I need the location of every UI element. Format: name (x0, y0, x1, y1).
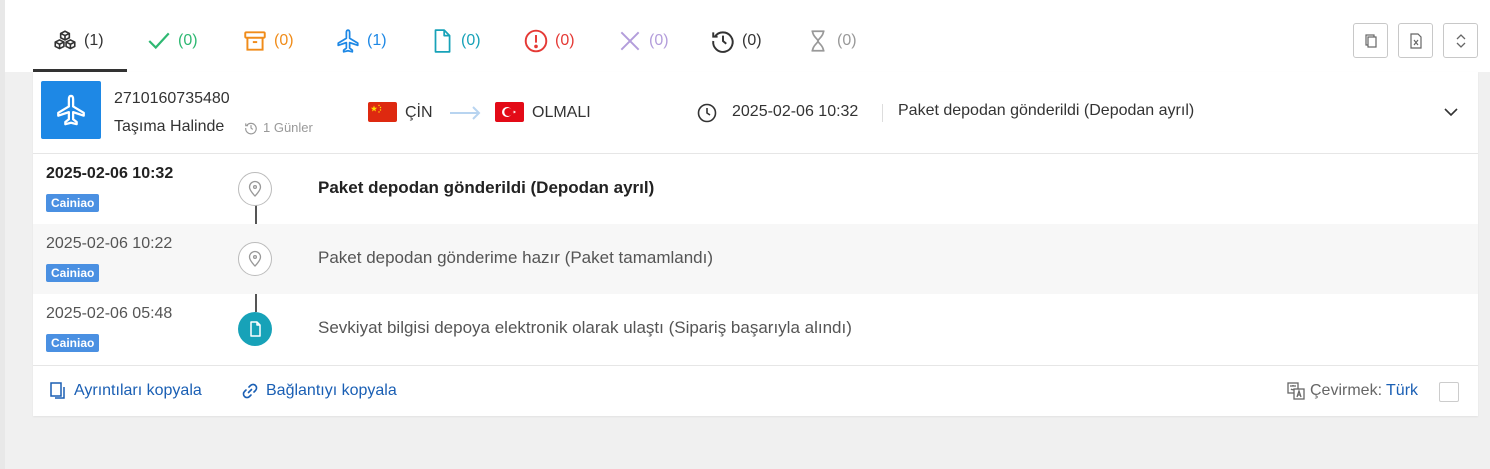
event-time: 2025-02-06 10:32 (46, 165, 174, 182)
carrier-tag: Cainiao (46, 334, 100, 352)
copy-icon (1364, 33, 1377, 48)
tab-count: (0) (555, 32, 575, 49)
document-icon (250, 321, 261, 337)
expand-collapse-icon (1456, 33, 1465, 48)
tab-count: (1) (367, 32, 387, 49)
translate-checkbox[interactable] (1439, 382, 1459, 402)
tab-in-transit[interactable]: (1) (335, 28, 387, 54)
x-icon (620, 31, 640, 51)
card-footer: Ayrıntıları kopyala Bağlantıyı kopyala Ç… (33, 365, 1478, 416)
event-time: 2025-02-06 05:48 (46, 305, 173, 322)
tab-delivered[interactable]: (0) (146, 28, 198, 54)
destination-country: OLMALI (532, 104, 591, 121)
latest-event-description: Paket depodan gönderildi (Depodan ayrıl) (898, 102, 1195, 119)
shipment-summary[interactable]: 2710160735480 Taşıma Halinde 1 Günler Çİ… (33, 72, 1478, 154)
tab-alert[interactable]: (0) (523, 28, 575, 54)
event-description: Paket depodan gönderildi (Depodan ayrıl) (318, 178, 655, 197)
tracking-number[interactable]: 2710160735480 (114, 90, 230, 108)
location-pin-icon (248, 180, 262, 197)
history-icon (712, 31, 734, 53)
tab-pickup[interactable]: (0) (242, 28, 294, 54)
expand-collapse-button[interactable] (1443, 23, 1478, 58)
carrier-status-badge (41, 81, 101, 139)
tab-count: (0) (742, 32, 762, 49)
plane-icon (337, 29, 359, 53)
timeline-event: 2025-02-06 10:22 Cainiao Paket depodan g… (33, 224, 1478, 294)
divider (882, 104, 883, 122)
tracking-panel: (1) (0) (0) (1) (0) (0) (0) (0) (0) 2710… (0, 0, 1490, 469)
check-icon (148, 32, 170, 50)
left-border (0, 0, 5, 469)
tab-count: (0) (274, 32, 294, 49)
carrier-tag: Cainiao (46, 264, 100, 282)
tab-count: (0) (649, 32, 669, 49)
excel-icon (1409, 32, 1422, 49)
tab-count: (0) (178, 32, 198, 49)
package-icon (244, 31, 266, 51)
carrier-tag: Cainiao (46, 194, 100, 212)
history-icon (245, 122, 257, 134)
copy-all-button[interactable] (1353, 23, 1388, 58)
boxes-icon (54, 30, 76, 50)
event-description: Sevkiyat bilgisi depoya elektronik olara… (318, 318, 852, 337)
event-description: Paket depodan gönderime hazır (Paket tam… (318, 248, 714, 267)
tab-undelivered[interactable]: (0) (617, 28, 669, 54)
location-pin-icon (248, 250, 262, 267)
chevron-down-icon[interactable] (1442, 103, 1460, 121)
plane-icon (57, 94, 85, 126)
copy-icon (50, 382, 65, 399)
tab-count: (1) (84, 32, 104, 49)
timeline-event: 2025-02-06 10:32 Cainiao Paket depodan g… (33, 154, 1478, 224)
origin-country: ÇİN (405, 104, 433, 121)
transit-days: 1 Günler (244, 120, 313, 135)
event-time: 2025-02-06 10:22 (46, 235, 173, 252)
hourglass-icon (811, 30, 825, 52)
tab-all[interactable]: (1) (52, 28, 104, 54)
translate-control: Çevirmek: Türk (1286, 381, 1418, 401)
export-excel-button[interactable] (1398, 23, 1433, 58)
translate-label: Çevirmek: (1310, 382, 1383, 399)
timeline-event: 2025-02-06 05:48 Cainiao Sevkiyat bilgis… (33, 294, 1478, 364)
copy-details-label: Ayrıntıları kopyala (74, 382, 202, 399)
copy-link-link[interactable]: Bağlantıyı kopyala (240, 381, 397, 401)
latest-event-time: 2025-02-06 10:32 (732, 103, 859, 120)
tab-expired[interactable]: (0) (710, 28, 762, 54)
arrow-right-icon (450, 106, 481, 120)
tab-not-found[interactable]: (0) (805, 28, 857, 54)
location-pin-marker (238, 242, 272, 276)
shipment-status: Taşıma Halinde (114, 118, 225, 135)
turkey-flag-icon (495, 102, 524, 122)
document-icon (434, 29, 451, 53)
translate-language[interactable]: Türk (1386, 382, 1418, 400)
shipment-card: 2710160735480 Taşıma Halinde 1 Günler Çİ… (33, 72, 1478, 416)
location-pin-marker (238, 172, 272, 206)
copy-details-link[interactable]: Ayrıntıları kopyala (48, 381, 202, 401)
china-flag-icon (368, 102, 397, 122)
link-icon (242, 383, 258, 399)
tab-count: (0) (461, 32, 481, 49)
alert-icon (524, 29, 548, 53)
transit-days-label: 1 Günler (263, 120, 313, 135)
copy-link-label: Bağlantıyı kopyala (266, 382, 397, 399)
tab-info-received[interactable]: (0) (429, 28, 481, 54)
translate-icon (1287, 382, 1305, 400)
clock-icon (697, 103, 717, 123)
document-marker (238, 312, 272, 346)
tab-count: (0) (837, 32, 857, 49)
